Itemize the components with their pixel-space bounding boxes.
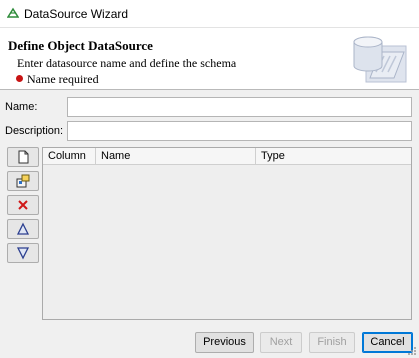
page-heading: Define Object DataSource bbox=[8, 38, 153, 53]
table-header: Column Name Type bbox=[43, 148, 411, 165]
schema-table[interactable]: Column Name Type bbox=[42, 147, 412, 320]
validation-text: Name required bbox=[27, 72, 99, 86]
previous-button[interactable]: Previous bbox=[195, 332, 254, 353]
new-document-icon bbox=[18, 150, 29, 164]
window-title: DataSource Wizard bbox=[24, 7, 129, 21]
wizard-app-icon bbox=[7, 7, 19, 18]
description-field[interactable] bbox=[67, 121, 412, 141]
cancel-button[interactable]: Cancel bbox=[362, 332, 413, 353]
delete-button[interactable] bbox=[7, 195, 39, 215]
resize-grip-icon[interactable] bbox=[407, 346, 417, 356]
wizard-banner: Define Object DataSource Enter datasourc… bbox=[0, 28, 419, 90]
finish-button[interactable]: Finish bbox=[309, 332, 355, 353]
name-label: Name: bbox=[5, 101, 38, 113]
move-down-icon bbox=[16, 247, 30, 260]
error-icon bbox=[16, 75, 23, 82]
import-class-icon bbox=[16, 174, 30, 188]
move-down-button[interactable] bbox=[7, 243, 39, 263]
name-field[interactable] bbox=[67, 97, 412, 117]
move-up-button[interactable] bbox=[7, 219, 39, 239]
move-up-icon bbox=[16, 222, 30, 235]
new-column-button[interactable] bbox=[7, 147, 39, 167]
import-class-button[interactable] bbox=[7, 171, 39, 191]
description-label: Description: bbox=[5, 125, 64, 137]
delete-icon bbox=[18, 200, 28, 210]
next-button[interactable]: Next bbox=[260, 332, 302, 353]
column-header-column[interactable]: Column bbox=[43, 148, 96, 165]
column-header-type[interactable]: Type bbox=[256, 148, 411, 165]
page-description: Enter datasource name and define the sch… bbox=[17, 56, 237, 70]
database-wizard-graphic bbox=[353, 36, 407, 83]
column-header-name[interactable]: Name bbox=[96, 148, 256, 165]
title-bar: DataSource Wizard bbox=[0, 0, 419, 28]
